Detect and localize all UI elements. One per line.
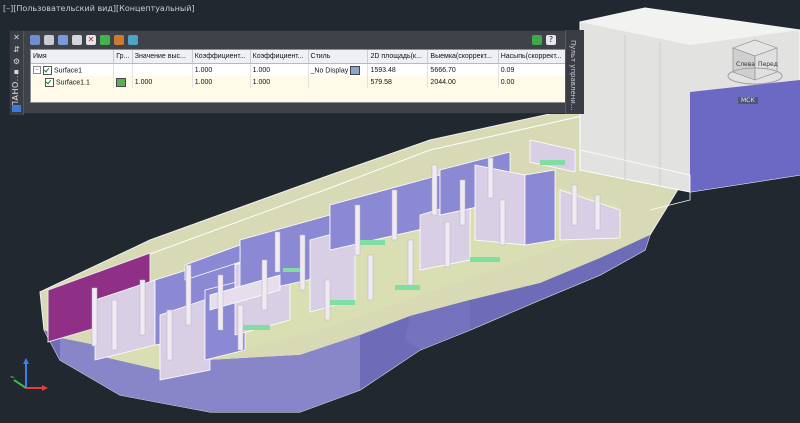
- row-elevation[interactable]: 1.000: [132, 76, 193, 88]
- style-icon[interactable]: [350, 65, 361, 75]
- surface-style-icon[interactable]: [58, 35, 68, 45]
- row-area2d: 1593.48: [367, 63, 429, 76]
- column-header[interactable]: Значение выс...: [132, 50, 193, 64]
- viewcube-face-left[interactable]: Слева: [736, 61, 755, 68]
- palette-title: ПАНО...: [11, 72, 20, 107]
- row-elevation[interactable]: [132, 63, 193, 76]
- viewport-label[interactable]: [–][Пользовательский вид][Концептуальный…: [3, 4, 195, 13]
- column-header[interactable]: Стиль: [308, 50, 369, 64]
- row-style[interactable]: _No Display: [311, 67, 349, 74]
- column-header[interactable]: Коэффициент...: [192, 50, 251, 64]
- help-icon[interactable]: ?: [546, 35, 556, 45]
- row-name: Surface1.1: [56, 78, 90, 86]
- empty-area: [31, 88, 567, 102]
- properties-icon[interactable]: [72, 35, 82, 45]
- surfaces-table[interactable]: Имя Гр... Значение выс... Коэффициент...…: [30, 49, 568, 103]
- copy-surface-icon[interactable]: [44, 35, 54, 45]
- palette-menu-icon[interactable]: [12, 105, 21, 112]
- table-header-row: Имя Гр... Значение выс... Коэффициент...…: [31, 50, 568, 64]
- row-coef1[interactable]: 1.000: [192, 63, 251, 76]
- ucs-icon: [8, 358, 48, 398]
- refresh-icon[interactable]: [100, 35, 110, 45]
- row-cut: 2044.00: [427, 76, 499, 88]
- palette-toolbar: ✕ ?: [28, 33, 556, 47]
- surface-properties-palette[interactable]: ✕ ⇵ ⚙ ▪ ПАНО... ✕ ? Имя Гр... Значение в…: [9, 30, 584, 115]
- volume-icon[interactable]: [114, 35, 124, 45]
- table-row[interactable]: Surface1.1 1.000 1.000 1.000 579.58 2044…: [31, 76, 568, 88]
- row-area2d: 579.58: [367, 76, 429, 88]
- report-icon[interactable]: [128, 35, 138, 45]
- row-coef1[interactable]: 1.000: [192, 76, 251, 88]
- palette-titlebar[interactable]: ✕ ⇵ ⚙ ▪ ПАНО...: [10, 31, 24, 115]
- row-cut: 5666.70: [427, 63, 499, 76]
- column-header[interactable]: Насыпь(скоррект...: [498, 50, 568, 64]
- wcs-menu[interactable]: МСК: [738, 97, 758, 104]
- table-row[interactable]: − Surface1 1.000 1.000 _No Display 1593.4…: [31, 63, 568, 76]
- column-header[interactable]: Коэффициент...: [250, 50, 309, 64]
- row-fill: 0.09: [498, 63, 568, 76]
- properties-icon[interactable]: ⚙: [12, 57, 21, 66]
- row-coef2[interactable]: 1.000: [250, 63, 309, 76]
- viewcube[interactable]: Слева Перед: [727, 36, 783, 90]
- column-header[interactable]: 2D площадь(к...: [367, 50, 429, 64]
- control-panel-label: Пульт управлени...: [569, 40, 577, 111]
- checkbox-icon[interactable]: [532, 35, 542, 45]
- row-group: [113, 63, 133, 76]
- row-name: Surface1: [54, 66, 83, 74]
- list-view-icon[interactable]: [30, 35, 40, 45]
- visibility-checkbox[interactable]: [45, 77, 54, 87]
- surface-icon: [116, 77, 127, 87]
- visibility-checkbox[interactable]: [43, 65, 52, 75]
- column-header[interactable]: Выемка(скоррект...: [427, 50, 499, 64]
- column-header[interactable]: Гр...: [113, 50, 133, 64]
- collapse-icon[interactable]: −: [33, 66, 41, 74]
- control-panel-tab[interactable]: Пульт управлени...: [565, 30, 584, 114]
- row-style[interactable]: [308, 76, 369, 88]
- auto-hide-icon[interactable]: ⇵: [12, 45, 21, 54]
- row-coef2[interactable]: 1.000: [250, 76, 309, 88]
- row-fill: 0.00: [498, 76, 568, 88]
- viewcube-face-front[interactable]: Перед: [758, 61, 778, 68]
- column-header[interactable]: Имя: [31, 50, 115, 64]
- close-icon[interactable]: ✕: [12, 33, 21, 42]
- delete-icon[interactable]: ✕: [86, 35, 96, 45]
